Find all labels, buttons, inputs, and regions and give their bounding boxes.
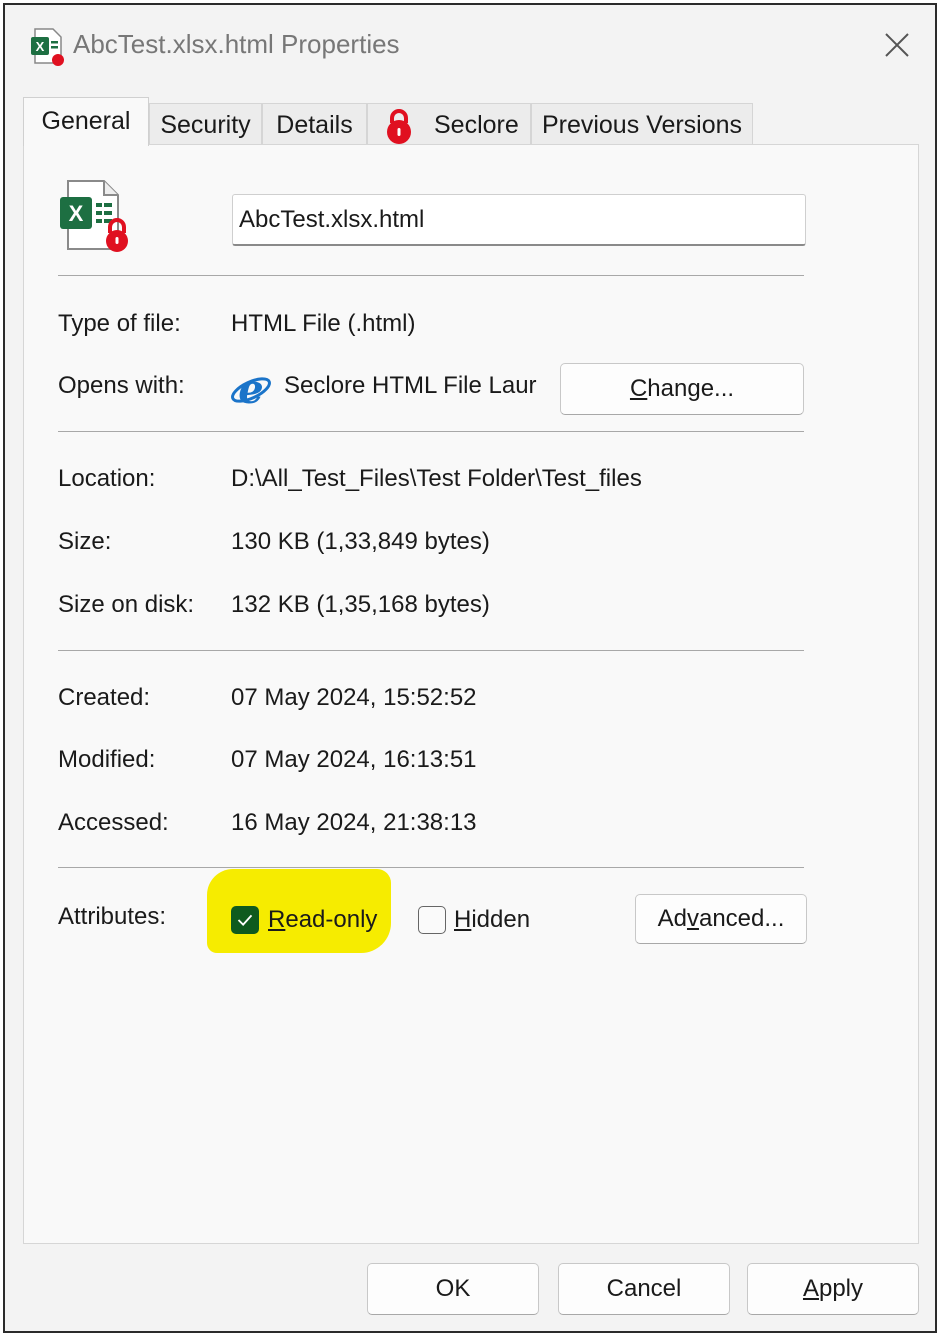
size-on-disk-label: Size on disk: [58,591,195,618]
tab-security[interactable]: Security [149,103,262,145]
size-value: 130 KB (1,33,849 bytes) [231,528,490,555]
hidden-checkbox[interactable] [418,906,446,934]
accessed-value: 16 May 2024, 21:38:13 [231,809,477,836]
type-of-file-label: Type of file: [58,310,181,337]
svg-text:X: X [36,39,45,54]
size-label: Size: [58,528,112,555]
red-lock-icon [387,109,411,144]
ok-button[interactable]: OK [367,1263,539,1315]
svg-text:X: X [69,201,84,226]
tab-seclore[interactable]: Seclore [367,103,531,145]
size-on-disk-value: 132 KB (1,35,168 bytes) [231,591,490,618]
general-panel: X Type of file: HTML File (.html) Opens … [23,144,919,1244]
created-value: 07 May 2024, 15:52:52 [231,684,477,711]
svg-text:e: e [238,367,263,411]
tab-details-label: Details [276,111,353,139]
tab-details[interactable]: Details [262,103,367,145]
excel-locked-file-icon: X [60,180,128,252]
internet-explorer-icon: e [231,367,271,411]
created-label: Created: [58,684,151,711]
window-title: AbcTest.xlsx.html Properties [73,29,400,59]
separator [58,867,804,868]
cancel-button[interactable]: Cancel [558,1263,730,1315]
location-value: D:\All_Test_Files\Test Folder\Test_files [231,465,642,492]
location-label: Location: [58,465,156,492]
opens-with-label: Opens with: [58,372,185,399]
apply-button[interactable]: Apply [747,1263,919,1315]
modified-label: Modified: [58,746,156,773]
tab-general[interactable]: General [23,97,149,146]
excel-file-icon: X [31,28,64,66]
tab-previous-versions-label: Previous Versions [541,111,743,139]
title-bar: X AbcTest.xlsx.html Properties [5,5,935,85]
change-button[interactable]: Change... [560,363,804,415]
hidden-label[interactable]: Hidden [454,906,530,934]
close-icon[interactable] [877,25,917,65]
properties-dialog: X AbcTest.xlsx.html Properties General S… [3,3,937,1333]
attributes-label: Attributes: [58,903,167,930]
tab-general-label: General [41,107,131,135]
tab-seclore-label: Seclore [434,111,519,139]
advanced-button[interactable]: Advanced... [635,894,807,944]
tab-previous-versions[interactable]: Previous Versions [531,103,753,145]
change-mnemonic: C [629,375,648,402]
read-only-label[interactable]: Read-only [268,906,377,934]
separator [58,275,804,276]
modified-value: 07 May 2024, 16:13:51 [231,746,477,773]
separator [58,650,804,651]
separator [58,431,804,432]
opens-with-value: Seclore HTML File Laur [284,372,537,399]
checkmark-icon [237,914,253,926]
file-name-input[interactable] [232,194,806,246]
type-of-file-value: HTML File (.html) [231,310,416,337]
accessed-label: Accessed: [58,809,169,836]
tab-security-label: Security [160,111,251,139]
read-only-checkbox[interactable] [231,906,259,934]
